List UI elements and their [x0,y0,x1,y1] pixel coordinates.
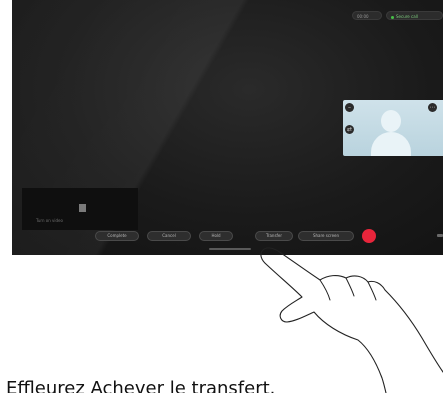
avatar-body-icon [371,132,411,156]
camera-off-icon [79,204,86,212]
self-view-swap-button[interactable]: ⇄ [345,125,354,134]
hold-label: Hold [211,233,221,238]
call-timer-text: 00:00 [357,14,369,19]
cancel-transfer-button[interactable]: Cancel [147,231,191,241]
status-dot-icon [391,15,394,19]
device-screen: 00:00 Secure call – ⋯ ⇄ Turn on video Co… [12,0,443,255]
complete-transfer-label: Complete [107,233,127,238]
secure-status-pill: Secure call [386,11,443,20]
self-view-more-button[interactable]: ⋯ [428,103,437,112]
minimize-icon: – [348,104,351,111]
secure-status-text: Secure call [396,14,418,19]
avatar-head-icon [381,110,401,132]
instruction-caption: Effleurez Achever le transfert. [6,378,276,393]
more-icon: ⋯ [429,104,436,111]
illustration-canvas: 00:00 Secure call – ⋯ ⇄ Turn on video Co… [0,0,443,393]
self-view-minimize-button[interactable]: – [345,103,354,112]
complete-transfer-button[interactable]: Complete [95,231,139,241]
call-timer-pill: 00:00 [352,11,382,20]
camera-off-tile[interactable]: Turn on video [22,188,138,230]
camera-tile-label: Turn on video [36,218,63,223]
pointing-hand-icon [260,247,443,393]
home-indicator [209,248,251,250]
cancel-transfer-label: Cancel [162,233,176,238]
swap-icon: ⇄ [346,126,353,133]
hold-button[interactable]: Hold [199,231,233,241]
edge-handle-icon [437,234,443,237]
